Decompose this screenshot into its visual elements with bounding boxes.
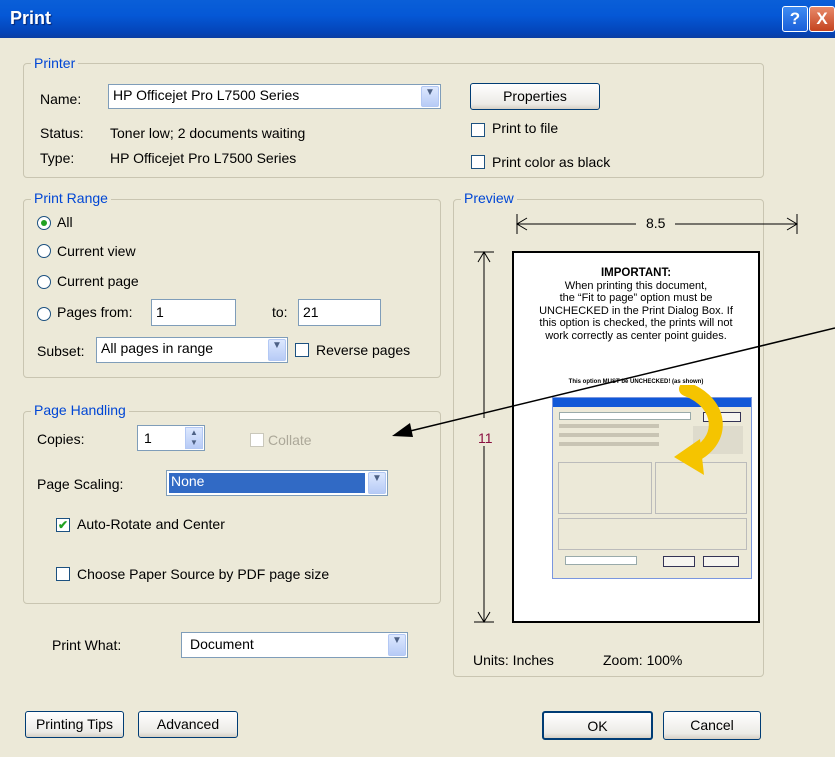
print-what-label: Print What:	[52, 637, 122, 653]
print-color-as-black-label[interactable]: Print color as black	[492, 154, 610, 170]
page-scaling-label: Page Scaling:	[37, 476, 124, 492]
status-label: Status:	[40, 125, 84, 141]
status-value: Toner low; 2 documents waiting	[110, 125, 306, 141]
notice-line-2: the “Fit to page” option must be	[559, 292, 713, 304]
units-label: Units: Inches	[473, 652, 554, 668]
radio-selected-dot	[41, 220, 47, 226]
page-scaling-select[interactable]: None ▼	[166, 470, 388, 496]
current-view-label[interactable]: Current view	[57, 243, 136, 259]
subset-select[interactable]: All pages in range ▼	[96, 337, 288, 363]
printer-name-select[interactable]: HP Officejet Pro L7500 Series ▼	[108, 84, 441, 109]
close-button[interactable]: X	[809, 6, 835, 32]
copies-label: Copies:	[37, 431, 85, 447]
pages-from-label[interactable]: Pages from:	[57, 304, 132, 320]
all-radio[interactable]	[37, 216, 51, 230]
pages-to-input[interactable]: 21	[298, 299, 381, 326]
chevron-down-icon[interactable]: ▼	[421, 86, 439, 107]
printer-name-value: HP Officejet Pro L7500 Series	[113, 87, 300, 103]
copies-spinner[interactable]: ▲ ▼	[185, 427, 203, 449]
copies-input[interactable]: 1 ▲ ▼	[137, 425, 205, 451]
pages-from-input[interactable]: 1	[151, 299, 236, 326]
print-what-select[interactable]: Document ▼	[181, 632, 408, 658]
preview-group-label: Preview	[461, 190, 517, 206]
mini-ok-button	[663, 556, 695, 567]
subset-value: All pages in range	[101, 340, 214, 356]
zoom-label: Zoom: 100%	[603, 652, 683, 668]
page-handling-group-label: Page Handling	[31, 402, 129, 418]
reverse-pages-checkbox[interactable]	[295, 343, 309, 357]
chevron-down-icon[interactable]: ▼	[368, 472, 386, 494]
name-label: Name:	[40, 91, 82, 107]
printing-tips-button[interactable]: Printing Tips	[25, 711, 124, 738]
annotation-arrow	[392, 327, 835, 437]
current-page-radio[interactable]	[37, 275, 51, 289]
printer-group-label: Printer	[31, 55, 79, 71]
collate-label[interactable]: Collate	[268, 432, 312, 448]
print-color-as-black-checkbox[interactable]	[471, 155, 485, 169]
current-page-label[interactable]: Current page	[57, 273, 139, 289]
auto-rotate-label[interactable]: Auto-Rotate and Center	[77, 516, 225, 532]
chevron-down-icon[interactable]: ▼	[388, 634, 406, 656]
width-label: 8.5	[646, 215, 666, 231]
print-range-group-label: Print Range	[31, 190, 111, 206]
print-to-file-checkbox[interactable]	[471, 123, 485, 137]
collate-checkbox[interactable]	[250, 433, 264, 447]
all-label[interactable]: All	[57, 214, 73, 230]
print-to-file-label[interactable]: Print to file	[492, 120, 558, 136]
notice-heading: IMPORTANT:	[600, 267, 672, 279]
pages-radio[interactable]	[37, 307, 51, 321]
window-title: Print	[10, 8, 52, 28]
page-scaling-value: None	[171, 473, 205, 489]
auto-rotate-checkbox[interactable]: ✔	[56, 518, 70, 532]
advanced-button[interactable]: Advanced	[138, 711, 238, 738]
notice-line-3: UNCHECKED in the Print Dialog Box. If	[539, 304, 733, 317]
mini-cancel-button	[703, 556, 739, 567]
print-what-value: Document	[190, 636, 254, 652]
mini-print-what	[565, 556, 637, 565]
current-view-radio[interactable]	[37, 244, 51, 258]
title-bar[interactable]: Print ? X	[0, 0, 835, 38]
ok-button[interactable]: OK	[542, 711, 653, 740]
subset-label: Subset:	[37, 343, 85, 359]
type-value: HP Officejet Pro L7500 Series	[110, 150, 297, 166]
choose-paper-source-label[interactable]: Choose Paper Source by PDF page size	[77, 566, 329, 582]
notice-line-1: When printing this document,	[564, 279, 708, 292]
choose-paper-source-checkbox[interactable]	[56, 567, 70, 581]
chevron-down-icon[interactable]: ▼	[268, 339, 286, 361]
cancel-button[interactable]: Cancel	[663, 711, 761, 740]
help-button[interactable]: ?	[782, 6, 808, 32]
mini-handling-group	[558, 518, 747, 550]
copies-value: 1	[144, 430, 152, 446]
type-label: Type:	[40, 150, 75, 166]
properties-button[interactable]: Properties	[470, 83, 600, 110]
to-label: to:	[272, 304, 288, 320]
